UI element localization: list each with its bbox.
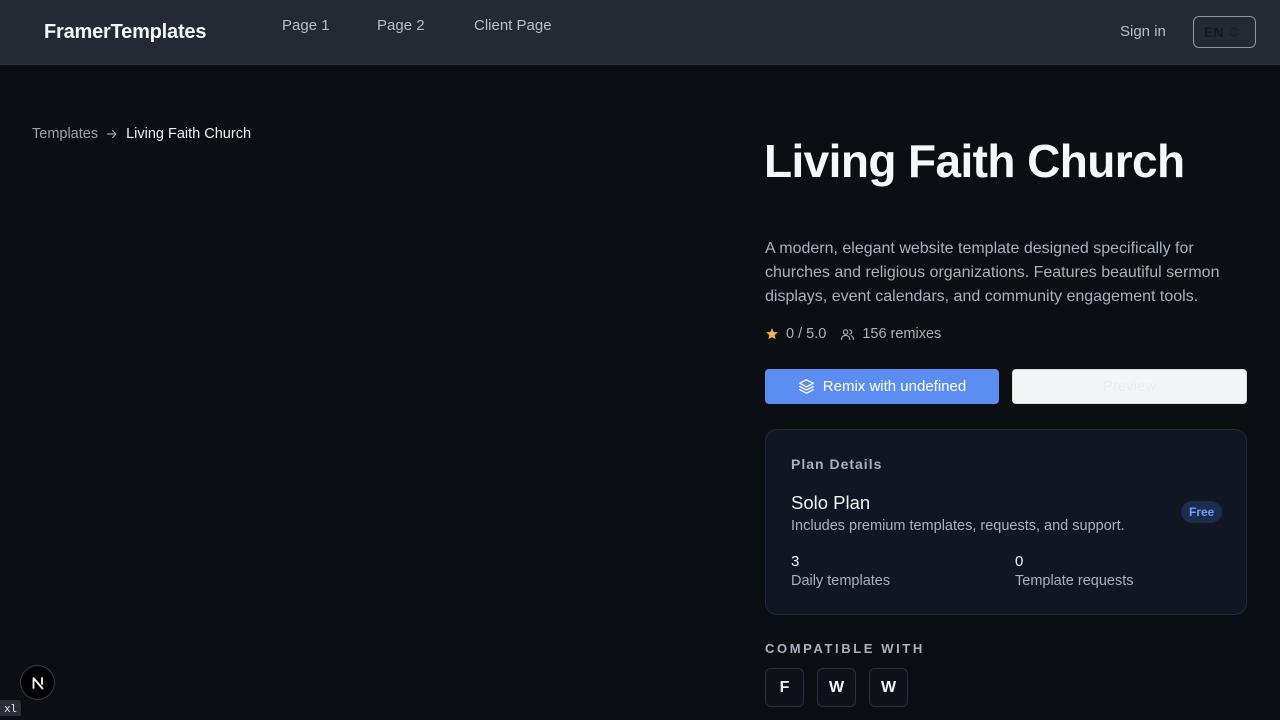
daily-templates-value: 3 [791,553,800,570]
page-title: Living Faith Church [764,135,1185,187]
sign-in-link[interactable]: Sign in [1120,23,1166,40]
template-requests-label: Template requests [1015,573,1134,589]
nextjs-logo-icon [32,676,43,689]
plan-description: Includes premium templates, requests, an… [791,518,1125,534]
users-icon [841,328,855,340]
rating-stat: 0 / 5.0 [765,326,826,342]
platform-chip-wordpress[interactable]: W [869,668,908,707]
top-navbar: FramerTemplates Page 1 Page 2 Client Pag… [0,0,1280,65]
template-description: A modern, elegant website template desig… [765,240,1220,305]
remix-button-label: Remix with undefined [822,378,967,395]
layers-icon [798,379,814,394]
compatible-platforms: F W W [765,668,908,707]
remix-count: 156 remixes [862,326,942,342]
plan-name: Solo Plan [791,492,871,513]
plan-details-card: Plan Details Solo Plan Includes premium … [765,429,1247,615]
breadcrumb: Templates Living Faith Church [32,126,251,142]
nav-link-page-1[interactable]: Page 1 [282,17,330,34]
compatible-with-heading: COMPATIBLE WITH [765,641,925,656]
preview-button[interactable]: Preview [1012,369,1247,404]
remix-count-stat: 156 remixes [840,326,941,342]
rating-value: 0 / 5.0 [786,326,827,342]
plan-details-heading: Plan Details [791,456,883,472]
breadcrumb-current: Living Faith Church [126,126,252,142]
language-code: EN [1204,24,1224,40]
brand-logo[interactable]: FramerTemplates [44,21,206,44]
nav-link-page-2[interactable]: Page 2 [377,17,425,34]
language-select[interactable]: EN [1193,16,1256,48]
daily-templates-label: Daily templates [791,573,891,589]
star-icon [766,328,778,340]
breadcrumb-templates-link[interactable]: Templates [32,126,98,142]
remix-button[interactable]: Remix with undefined [765,369,999,404]
chevron-updown-icon [1230,26,1239,38]
breakpoint-indicator: xl [0,700,22,716]
template-stats: 0 / 5.0 156 remixes [765,326,941,342]
plan-price-badge: Free [1181,501,1223,523]
preview-button-label: Preview [1102,378,1157,395]
nav-link-client-page[interactable]: Client Page [474,17,552,34]
nextjs-dev-badge[interactable] [20,665,55,700]
template-requests-value: 0 [1015,553,1024,570]
platform-chip-framer[interactable]: F [765,668,804,707]
arrow-right-icon [106,129,117,139]
platform-chip-webflow[interactable]: W [817,668,856,707]
